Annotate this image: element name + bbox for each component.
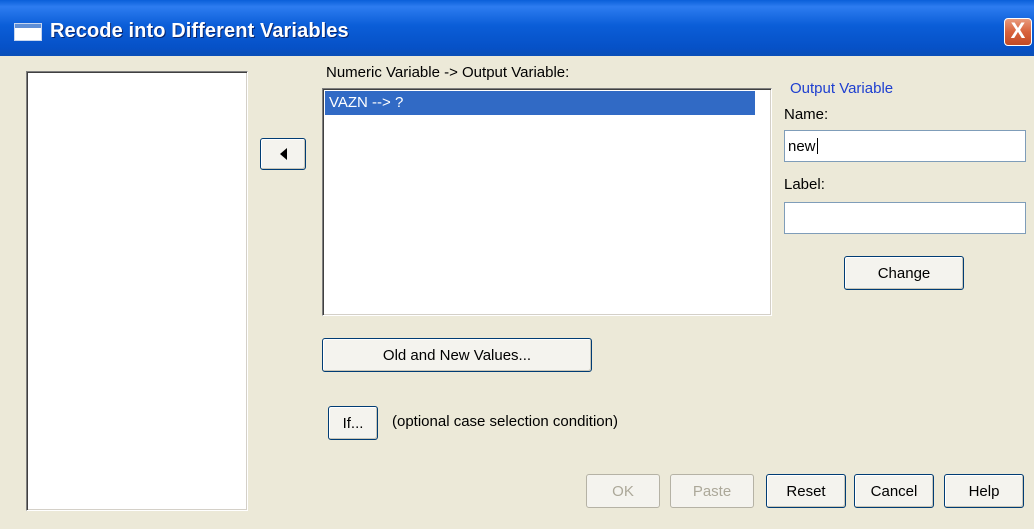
move-variable-button[interactable] [260, 138, 306, 170]
dialog-body: Numeric Variable -> Output Variable: VAZ… [6, 56, 1032, 526]
help-button-label: Help [968, 482, 1000, 500]
if-button[interactable]: If... [328, 406, 378, 440]
output-variable-group-caption: Output Variable [790, 80, 894, 97]
change-button[interactable]: Change [844, 256, 964, 290]
name-field-value: new [788, 137, 816, 155]
list-item[interactable]: VAZN --> ? [325, 91, 755, 115]
change-button-label: Change [877, 264, 931, 282]
paste-button-label: Paste [692, 482, 732, 500]
old-and-new-values-label: Old and New Values... [382, 346, 532, 364]
ok-button-label: OK [612, 482, 634, 500]
old-and-new-values-button[interactable]: Old and New Values... [322, 338, 592, 372]
cancel-button[interactable]: Cancel [854, 474, 934, 508]
label-field[interactable] [784, 202, 1026, 234]
help-button[interactable]: Help [944, 474, 1024, 508]
numeric-variable-list[interactable]: VAZN --> ? [322, 88, 772, 316]
cancel-button-label: Cancel [870, 482, 918, 500]
source-variable-list[interactable] [26, 71, 248, 511]
close-icon: X [1010, 18, 1026, 43]
label-label: Label: [784, 176, 825, 193]
paste-button[interactable]: Paste [670, 474, 754, 508]
window-title: Recode into Different Variables [50, 20, 349, 42]
arrow-left-icon [279, 148, 287, 160]
reset-button-label: Reset [786, 482, 826, 500]
name-field[interactable]: new [784, 130, 1026, 162]
window-icon [14, 23, 42, 41]
text-caret [816, 138, 818, 154]
if-condition-note: (optional case selection condition) [392, 413, 618, 430]
if-button-label: If... [342, 414, 364, 432]
numeric-list-caption: Numeric Variable -> Output Variable: [326, 64, 570, 81]
ok-button[interactable]: OK [586, 474, 660, 508]
reset-button[interactable]: Reset [766, 474, 846, 508]
close-button[interactable]: X [1004, 18, 1032, 46]
title-bar[interactable]: Recode into Different Variables X [0, 0, 1034, 56]
name-label: Name: [784, 106, 829, 123]
